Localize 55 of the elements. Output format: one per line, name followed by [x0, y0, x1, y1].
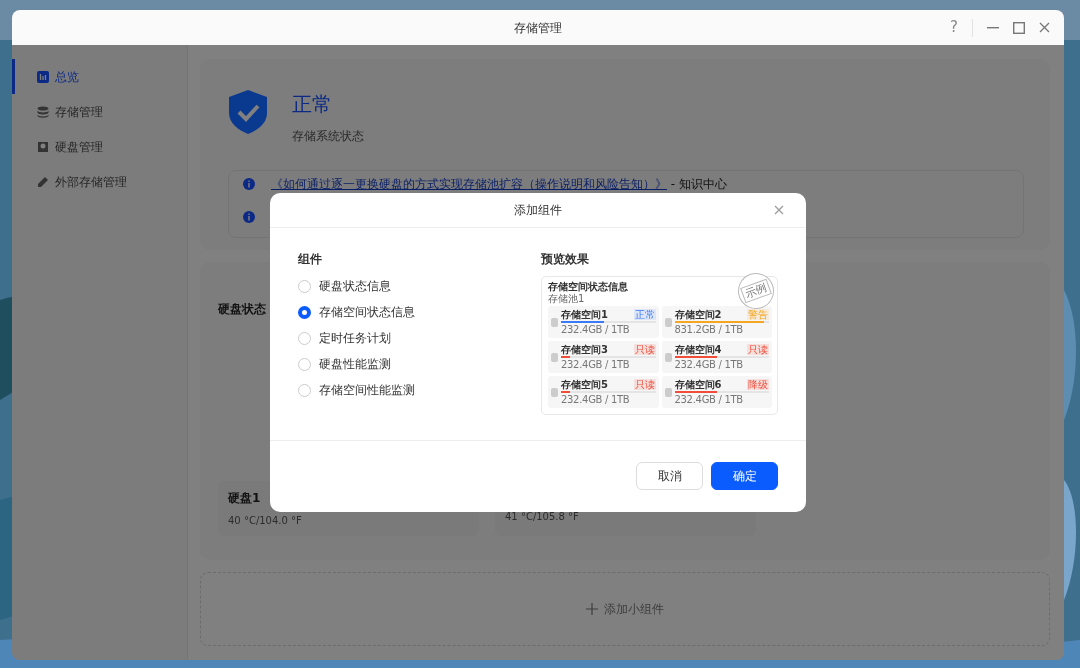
info-icon — [243, 211, 255, 223]
status-subtitle: 存储系统状态 — [292, 128, 364, 145]
usage-text: 831.2GB / 1TB — [674, 324, 743, 335]
maximize-icon[interactable] — [1013, 21, 1025, 34]
article-link[interactable]: 《如何通过逐一更换硬盘的方式实现存储池扩容（操作说明和风险告知）》 — [271, 177, 667, 191]
sidebar-item[interactable]: 硬盘管理 — [12, 129, 187, 164]
section-title: 组件 — [298, 251, 322, 268]
space-name: 存储空间2 — [674, 309, 722, 320]
minimize-icon[interactable] — [987, 26, 999, 29]
usage-text: 232.4GB / 1TB — [674, 394, 743, 405]
window-title: 存储管理 — [514, 19, 562, 37]
space-name: 存储空间6 — [674, 379, 722, 390]
info-icon — [243, 178, 255, 190]
usage-text: 232.4GB / 1TB — [561, 394, 630, 405]
shield-check-icon — [228, 89, 268, 135]
help-button[interactable]: ? — [950, 16, 958, 39]
chart-icon — [37, 70, 49, 83]
status-tag: 只读 — [747, 344, 769, 355]
radio-button[interactable] — [298, 305, 311, 319]
status-tag: 正常 — [633, 309, 656, 320]
usage-text: 232.4GB / 1TB — [561, 359, 630, 370]
usage-text: 232.4GB / 1TB — [674, 359, 743, 370]
space-name: 存储空间5 — [561, 379, 608, 390]
radio-option[interactable]: 硬盘性能监测 — [298, 351, 391, 377]
radio-option[interactable]: 硬盘状态信息 — [298, 273, 391, 299]
status-tag: 只读 — [633, 379, 656, 390]
status-tag: 只读 — [633, 344, 656, 355]
disk-temperature: 41 °C/105.8 °F — [505, 510, 580, 524]
close-icon[interactable] — [774, 205, 784, 215]
status-tag: 降级 — [747, 379, 769, 390]
plus-icon — [586, 603, 598, 615]
preview-widget-title: 存储空间状态信息 — [548, 281, 628, 292]
notice-text: 《如何通过逐一更换硬盘的方式实现存储池扩容（操作说明和风险告知）》 - 知识中心 — [271, 176, 727, 193]
status-title: 正常 — [292, 91, 333, 118]
dialog-title: 添加组件 — [514, 202, 562, 219]
radio-option[interactable]: 定时任务计划 — [298, 325, 391, 351]
disk-temperature: 40 °C/104.0 °F — [228, 514, 303, 528]
space-name: 存储空间4 — [674, 344, 722, 355]
pencil-icon — [37, 175, 49, 188]
space-name: 存储空间3 — [561, 344, 608, 355]
usage-text: 232.4GB / 1TB — [561, 324, 630, 335]
space-name: 存储空间1 — [561, 309, 608, 320]
preview-title: 预览效果 — [541, 251, 589, 268]
pool-label: 存储池1 — [548, 293, 585, 304]
status-tag: 警告 — [747, 309, 769, 320]
disk-name: 硬盘1 — [228, 490, 262, 507]
sidebar-item[interactable]: 存储管理 — [12, 94, 187, 129]
sidebar-item[interactable]: 外部存储管理 — [12, 164, 187, 199]
widget-title: 硬盘状态 — [218, 302, 266, 316]
close-icon[interactable] — [1039, 22, 1050, 33]
cancel-button[interactable]: 取消 — [636, 462, 703, 490]
radio-option[interactable]: 存储空间状态信息 — [298, 299, 415, 325]
add-widget-button[interactable]: 添加小组件 — [200, 572, 1050, 646]
radio-option[interactable]: 存储空间性能监测 — [298, 377, 415, 403]
confirm-button[interactable]: 确定 — [711, 462, 778, 490]
